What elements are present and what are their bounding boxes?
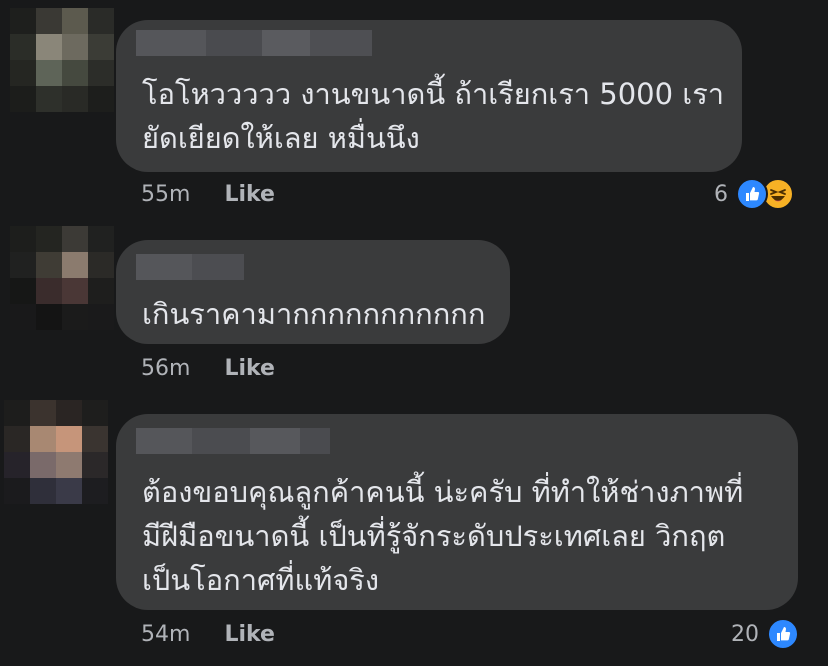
- reaction-count: 6: [714, 181, 728, 207]
- commenter-name-blurred[interactable]: [136, 254, 244, 280]
- avatar[interactable]: [10, 226, 114, 330]
- like-button[interactable]: Like: [224, 356, 275, 381]
- commenter-name-blurred[interactable]: [136, 30, 372, 56]
- reaction-count: 20: [731, 621, 759, 647]
- comment-thread: โอโหววววว งานขนาดนี้ ถ้าเรียกเรา 5000 เร…: [0, 0, 828, 666]
- comment-meta: 56m Like: [141, 356, 275, 381]
- comment-timestamp[interactable]: 54m: [141, 622, 190, 647]
- reaction-summary[interactable]: 6: [714, 178, 794, 210]
- avatar[interactable]: [4, 400, 108, 504]
- comment-bubble: เกินราคามากกกกกกกกกกก: [116, 240, 510, 344]
- comment-bubble: ต้องขอบคุณลูกค้าคนนี้ น่ะครับ ที่ทำให้ช่…: [116, 414, 798, 610]
- commenter-name-blurred[interactable]: [136, 428, 330, 454]
- reaction-summary[interactable]: 20: [731, 618, 799, 650]
- comment-text: โอโหววววว งานขนาดนี้ ถ้าเรียกเรา 5000 เร…: [142, 77, 725, 155]
- like-icon: [767, 618, 799, 650]
- comment-bubble: โอโหววววว งานขนาดนี้ ถ้าเรียกเรา 5000 เร…: [116, 20, 742, 172]
- comment-text: ต้องขอบคุณลูกค้าคนนี้ น่ะครับ ที่ทำให้ช่…: [142, 475, 744, 597]
- comment-text: เกินราคามากกกกกกกกกกก: [142, 297, 486, 331]
- comment-meta: 55m Like: [141, 182, 275, 207]
- like-button[interactable]: Like: [224, 182, 275, 207]
- comment-timestamp[interactable]: 55m: [141, 182, 190, 207]
- avatar[interactable]: [10, 8, 114, 112]
- comment-meta: 54m Like: [141, 622, 275, 647]
- like-button[interactable]: Like: [224, 622, 275, 647]
- comment-timestamp[interactable]: 56m: [141, 356, 190, 381]
- like-icon: [736, 178, 768, 210]
